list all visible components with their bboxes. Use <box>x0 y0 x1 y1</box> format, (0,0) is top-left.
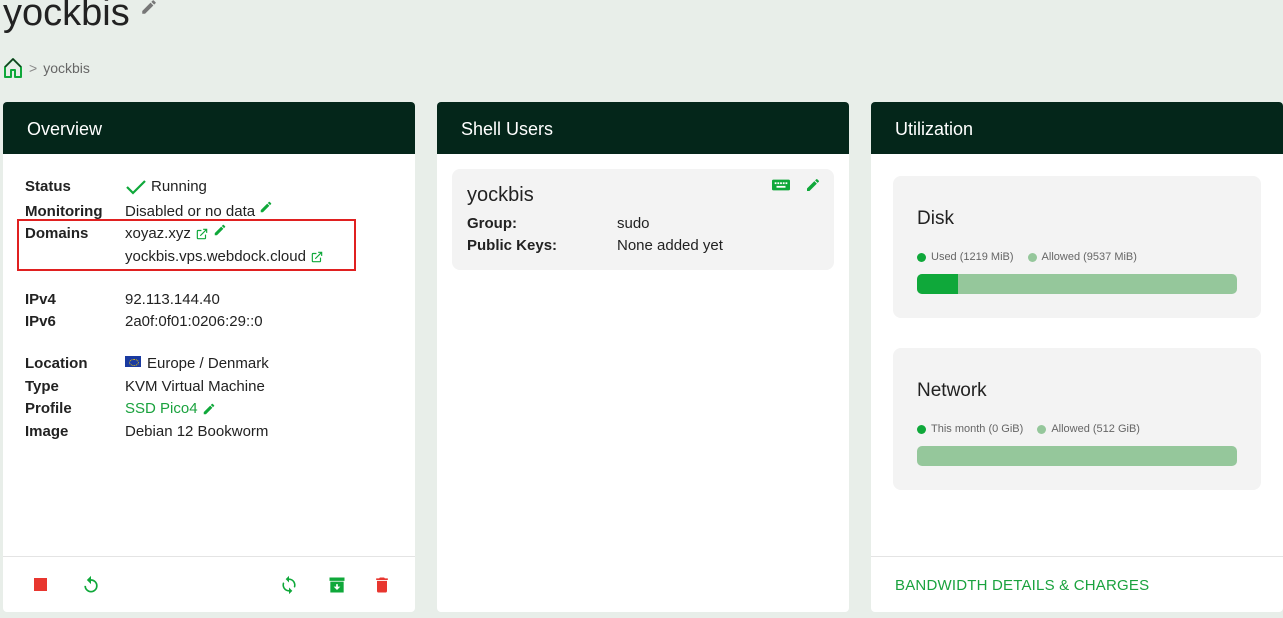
group-label: Group: <box>467 215 517 232</box>
keyboard-icon[interactable] <box>772 177 790 193</box>
location-label: Location <box>25 355 88 372</box>
type-label: Type <box>25 378 59 395</box>
network-title: Network <box>917 380 987 401</box>
bandwidth-details-link[interactable]: BANDWIDTH DETAILS & CHARGES <box>895 577 1149 594</box>
edit-title-icon[interactable] <box>140 0 158 16</box>
page-title: yockbis <box>3 0 158 35</box>
network-usage-bar <box>917 446 1237 466</box>
network-used-label: This month (0 GiB) <box>931 423 1024 435</box>
disk-card: Disk Used (1219 MiB) Allowed (9537 MiB) <box>893 176 1261 318</box>
used-dot-icon <box>917 424 926 434</box>
keys-value: None added yet <box>617 237 723 254</box>
ipv4-value: 92.113.144.40 <box>125 291 220 308</box>
external-link-icon[interactable] <box>195 227 209 241</box>
breadcrumb-current[interactable]: yockbis <box>43 60 90 76</box>
overview-panel: Overview Status Running Monitoring Disab… <box>3 102 415 612</box>
group-value: sudo <box>617 215 650 232</box>
restart-icon[interactable] <box>81 575 101 595</box>
used-dot-icon <box>917 252 926 262</box>
profile-label: Profile <box>25 400 72 417</box>
disk-usage-bar <box>917 274 1237 294</box>
overview-actions <box>3 556 415 612</box>
edit-monitoring-icon[interactable] <box>259 200 273 214</box>
allowed-dot-icon <box>1027 252 1037 262</box>
image-label: Image <box>25 423 69 440</box>
disk-legend: Used (1219 MiB) Allowed (9537 MiB) <box>917 251 1137 263</box>
disk-used-label: Used (1219 MiB) <box>931 251 1014 263</box>
location-value: Europe / Denmark <box>147 355 269 372</box>
shell-user-card: yockbis Group: sudo Public Keys: None ad… <box>452 169 834 270</box>
edit-shell-user-icon[interactable] <box>804 177 822 193</box>
image-value: Debian 12 Bookworm <box>125 423 269 440</box>
edit-profile-icon[interactable] <box>202 402 216 416</box>
status-value: Running <box>151 178 207 195</box>
home-icon[interactable] <box>3 57 23 79</box>
network-allowed-label: Allowed (512 GiB) <box>1051 423 1140 435</box>
status-label: Status <box>25 178 71 195</box>
shell-users-header: Shell Users <box>437 102 849 154</box>
utilization-footer: BANDWIDTH DETAILS & CHARGES <box>871 556 1283 612</box>
ipv6-value: 2a0f:0f01:0206:29::0 <box>125 313 263 330</box>
allowed-dot-icon <box>1037 424 1047 434</box>
overview-header: Overview <box>3 102 415 154</box>
server-name: yockbis <box>3 0 130 34</box>
domain-link-2[interactable]: yockbis.vps.webdock.cloud <box>125 248 306 265</box>
utilization-header: Utilization <box>871 102 1283 154</box>
network-card: Network This month (0 GiB) Allowed (512 … <box>893 348 1261 490</box>
stop-icon[interactable] <box>31 575 51 595</box>
check-icon <box>126 179 146 195</box>
monitoring-label: Monitoring <box>25 203 103 220</box>
breadcrumb-separator: > <box>29 60 38 76</box>
type-link[interactable]: KVM Virtual Machine <box>125 378 265 395</box>
profile-link[interactable]: SSD Pico4 <box>125 400 198 417</box>
external-link-icon[interactable] <box>310 250 324 264</box>
ipv4-label: IPv4 <box>25 291 56 308</box>
edit-domains-icon[interactable] <box>213 223 227 237</box>
ipv6-label: IPv6 <box>25 313 56 330</box>
monitoring-value: Disabled or no data <box>125 203 256 220</box>
delete-icon[interactable] <box>372 575 392 595</box>
utilization-panel: Utilization Disk Used (1219 MiB) Allowed… <box>871 102 1283 612</box>
domains-label: Domains <box>25 225 89 242</box>
archive-icon[interactable] <box>327 575 347 595</box>
network-legend: This month (0 GiB) Allowed (512 GiB) <box>917 423 1140 435</box>
disk-usage-fill <box>917 274 958 294</box>
reinstall-icon[interactable] <box>279 575 299 595</box>
domain-link-1[interactable]: xoyaz.xyz <box>125 225 191 242</box>
keys-label: Public Keys: <box>467 237 558 254</box>
shell-username: yockbis <box>467 184 534 206</box>
disk-allowed-label: Allowed (9537 MiB) <box>1041 251 1137 263</box>
eu-flag-icon <box>125 356 141 367</box>
disk-title: Disk <box>917 208 954 229</box>
breadcrumb: > yockbis <box>3 57 90 79</box>
shell-users-panel: Shell Users yockbis Group: sudo Public K… <box>437 102 849 612</box>
